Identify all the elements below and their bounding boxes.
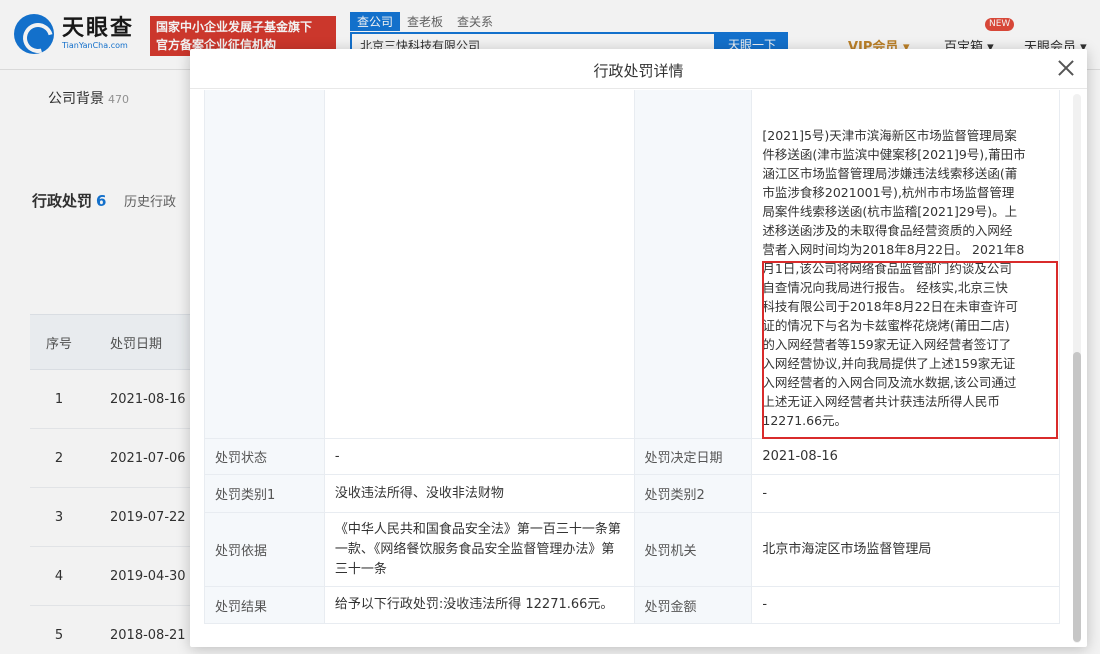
- status-value: -: [325, 439, 635, 474]
- content-line: 月1日,该公司将网络食品监管部门约谈及公司: [762, 261, 1012, 276]
- type2-label: 处罚类别2: [634, 475, 753, 512]
- content-line: 局案件线索移送函(杭市监稽[2021]29号)。上: [762, 204, 1018, 219]
- decision-date-label: 处罚决定日期: [634, 439, 753, 474]
- status-label: 处罚状态: [205, 439, 325, 474]
- content-line: 营者入网时间均为2018年8月22日。 2021年8: [762, 242, 1025, 257]
- basis-value: 《中华人民共和国食品安全法》第一百三十一条第一款、《网络餐饮服务食品安全监督管理…: [325, 513, 635, 586]
- content-line: 述移送函涉及的未取得食品经营资质的入网经: [762, 223, 1013, 238]
- detail-row-result: 处罚结果 给予以下行政处罚:没收违法所得 12271.66元。 处罚金额 -: [205, 587, 1060, 624]
- penalty-content-text: [2021]5号)天津市滨海新区市场监督管理局案 件移送函(津市监滨中健案移[2…: [762, 126, 1051, 430]
- detail-row-status: 处罚状态 - 处罚决定日期 2021-08-16: [205, 439, 1060, 475]
- scrollbar-thumb[interactable]: [1073, 352, 1081, 642]
- detail-row-type: 处罚类别1 没收违法所得、没收非法财物 处罚类别2 -: [205, 475, 1060, 513]
- detail-row-basis: 处罚依据 《中华人民共和国食品安全法》第一百三十一条第一款、《网络餐饮服务食品安…: [205, 513, 1060, 587]
- content-label-cell-2: [634, 90, 753, 438]
- penalty-content-cell: [2021]5号)天津市滨海新区市场监督管理局案 件移送函(津市监滨中健案移[2…: [752, 90, 1060, 438]
- basis-label: 处罚依据: [205, 513, 325, 586]
- content-line: 入网经营者的入网合同及流水数据,该公司通过: [762, 375, 1017, 390]
- authority-label: 处罚机关: [634, 513, 753, 586]
- content-line: 12271.66元。: [762, 413, 848, 428]
- content-line: 件移送函(津市监滨中健案移[2021]9号),莆田市: [762, 147, 1026, 162]
- penalty-detail-modal: 行政处罚详情 [2021]5号)天津市滨海新区市场监督管理局案 件移送函(津市监…: [190, 49, 1087, 647]
- close-icon[interactable]: [1055, 57, 1077, 79]
- type1-value: 没收违法所得、没收非法财物: [325, 475, 635, 512]
- content-line: 上述无证入网经营者共计获违法所得人民币: [762, 394, 1000, 409]
- modal-body[interactable]: [2021]5号)天津市滨海新区市场监督管理局案 件移送函(津市监滨中健案移[2…: [190, 90, 1087, 647]
- content-blank-cell: [325, 90, 635, 438]
- content-row: [2021]5号)天津市滨海新区市场监督管理局案 件移送函(津市监滨中健案移[2…: [205, 90, 1060, 439]
- result-label: 处罚结果: [205, 587, 325, 623]
- type1-label: 处罚类别1: [205, 475, 325, 512]
- modal-header: 行政处罚详情: [190, 49, 1087, 89]
- amount-value: -: [752, 587, 1060, 623]
- result-value: 给予以下行政处罚:没收违法所得 12271.66元。: [325, 587, 635, 623]
- content-line: 证的情况下与名为卡兹蜜桦花烧烤(莆田二店): [762, 318, 1010, 333]
- content-line: 自查情况向我局进行报告。 经核实,北京三快: [762, 280, 1008, 295]
- modal-scrollbar[interactable]: [1073, 94, 1081, 643]
- content-line: 入网经营协议,并向我局提供了上述159家无证: [762, 356, 1016, 371]
- content-line: 的入网经营者等159家无证入网经营者签订了: [762, 337, 1012, 352]
- content-label-cell: [205, 90, 325, 438]
- amount-label: 处罚金额: [634, 587, 753, 623]
- type2-value: -: [752, 475, 1060, 512]
- decision-date-value: 2021-08-16: [752, 439, 1060, 474]
- content-line: 涵江区市场监督管理局涉嫌违法线索移送函(莆: [762, 166, 1018, 181]
- content-line: 科技有限公司于2018年8月22日在未审查许可: [762, 299, 1019, 314]
- content-line: 市监涉食移2021001号),杭州市市场监督管理: [762, 185, 1015, 200]
- modal-title: 行政处罚详情: [593, 62, 684, 80]
- detail-table: [2021]5号)天津市滨海新区市场监督管理局案 件移送函(津市监滨中健案移[2…: [204, 90, 1060, 624]
- content-line: [2021]5号)天津市滨海新区市场监督管理局案: [762, 128, 1017, 143]
- authority-value: 北京市海淀区市场监督管理局: [752, 513, 1060, 586]
